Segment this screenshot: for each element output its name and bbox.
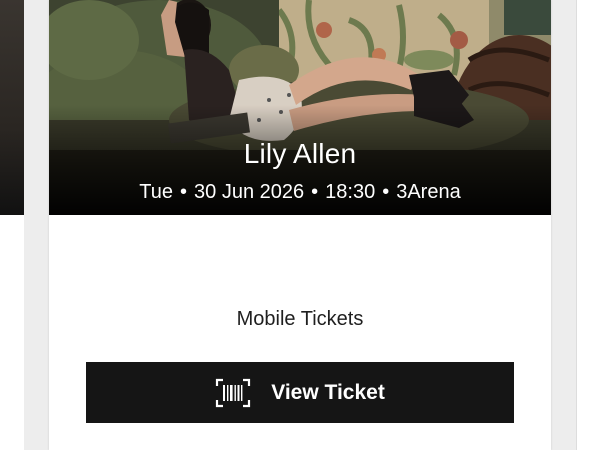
barcode-icon (216, 378, 251, 407)
separator: • (382, 181, 390, 203)
event-details: Tue • 30 Jun 2026 • 18:30 • 3Arena (49, 181, 551, 204)
view-ticket-label: View Ticket (271, 380, 385, 404)
event-hero-image: Lily Allen Tue • 30 Jun 2026 • 18:30 • 3Arena (49, 0, 551, 215)
ticket-carousel: Lily Allen Tue • 30 Jun 2026 • 18:30 • 3Arena … (0, 0, 600, 450)
previous-event-image (0, 0, 24, 215)
previous-event-card[interactable] (0, 0, 24, 450)
event-time: 18:30 (325, 181, 376, 203)
artist-name: Lily Allen (243, 138, 357, 169)
ticket-delivery-type: Mobile Tickets (236, 308, 364, 330)
event-venue: 3Arena (396, 181, 461, 203)
separator: • (311, 181, 319, 203)
event-date: 30 Jun 2026 (194, 181, 305, 203)
next-event-card[interactable] (576, 0, 600, 450)
separator: • (180, 181, 188, 203)
event-day: Tue (139, 181, 173, 203)
view-ticket-button[interactable]: View Ticket (86, 362, 514, 423)
event-ticket-card: Lily Allen Tue • 30 Jun 2026 • 18:30 • 3Arena … (49, 0, 551, 450)
